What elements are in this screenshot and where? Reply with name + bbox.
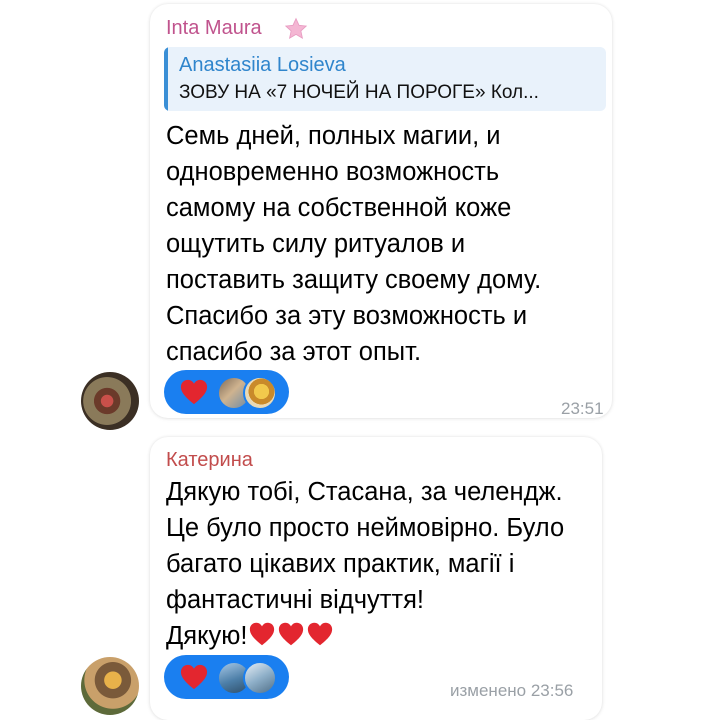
message-text: Дякую тобі, Стасана, за челендж. Це було… xyxy=(166,474,564,654)
reply-author: Anastasiia Losieva xyxy=(179,54,346,76)
message-bubble[interactable]: Inta Maura Anastasiia Losieva ЗОВУ НА «7… xyxy=(150,4,612,418)
message-text: Семь дней, полных магии, и одновременно … xyxy=(166,118,541,370)
reply-text: ЗОВУ НА «7 НОЧЕЙ НА ПОРОГЕ» Кол... xyxy=(179,82,539,103)
message-line-with-emoji: Дякую! xyxy=(166,618,564,654)
message-line: поставить защиту своему дому. xyxy=(166,266,542,294)
red-heart-icon xyxy=(308,622,333,646)
message-line: фантастичні відчуття! xyxy=(166,586,424,614)
red-heart-icon xyxy=(250,622,275,646)
reaction-pill[interactable] xyxy=(164,655,289,699)
message-line: багато цікавих практик, магії і xyxy=(166,550,515,578)
reply-accent-bar xyxy=(164,47,168,111)
red-heart-icon xyxy=(180,379,208,405)
star-icon xyxy=(284,17,308,39)
sender-name[interactable]: Inta Maura xyxy=(166,17,262,40)
message-line: Семь дней, полных магии, и xyxy=(166,122,501,150)
message-time: изменено 23:56 xyxy=(450,681,574,700)
message-line: Це було просто неймовірно. Було xyxy=(166,514,565,542)
message-line: ощутить силу ритуалов и xyxy=(166,230,466,258)
red-heart-icon xyxy=(279,622,304,646)
reactor-avatar xyxy=(243,661,277,695)
message-bubble[interactable]: Катерина Дякую тобі, Стасана, за челендж… xyxy=(150,437,602,720)
message-line: Спасибо за эту возможность и xyxy=(166,302,528,330)
message-line: спасибо за этот опыт. xyxy=(166,338,422,366)
message-line: самому на собственной коже xyxy=(166,194,512,222)
sender-avatar[interactable] xyxy=(81,372,139,430)
reply-quote[interactable]: Anastasiia Losieva ЗОВУ НА «7 НОЧЕЙ НА П… xyxy=(164,47,606,111)
sender-avatar[interactable] xyxy=(81,657,139,715)
red-heart-icon xyxy=(180,664,208,690)
message-line: Дякую тобі, Стасана, за челендж. xyxy=(166,478,563,506)
sender-name[interactable]: Катерина xyxy=(166,449,253,472)
message-line: одновременно возможность xyxy=(166,158,500,186)
reactor-avatar xyxy=(243,376,277,410)
reaction-pill[interactable] xyxy=(164,370,289,414)
message-line: Дякую! xyxy=(166,622,248,650)
message-time: 23:51 xyxy=(561,399,604,418)
